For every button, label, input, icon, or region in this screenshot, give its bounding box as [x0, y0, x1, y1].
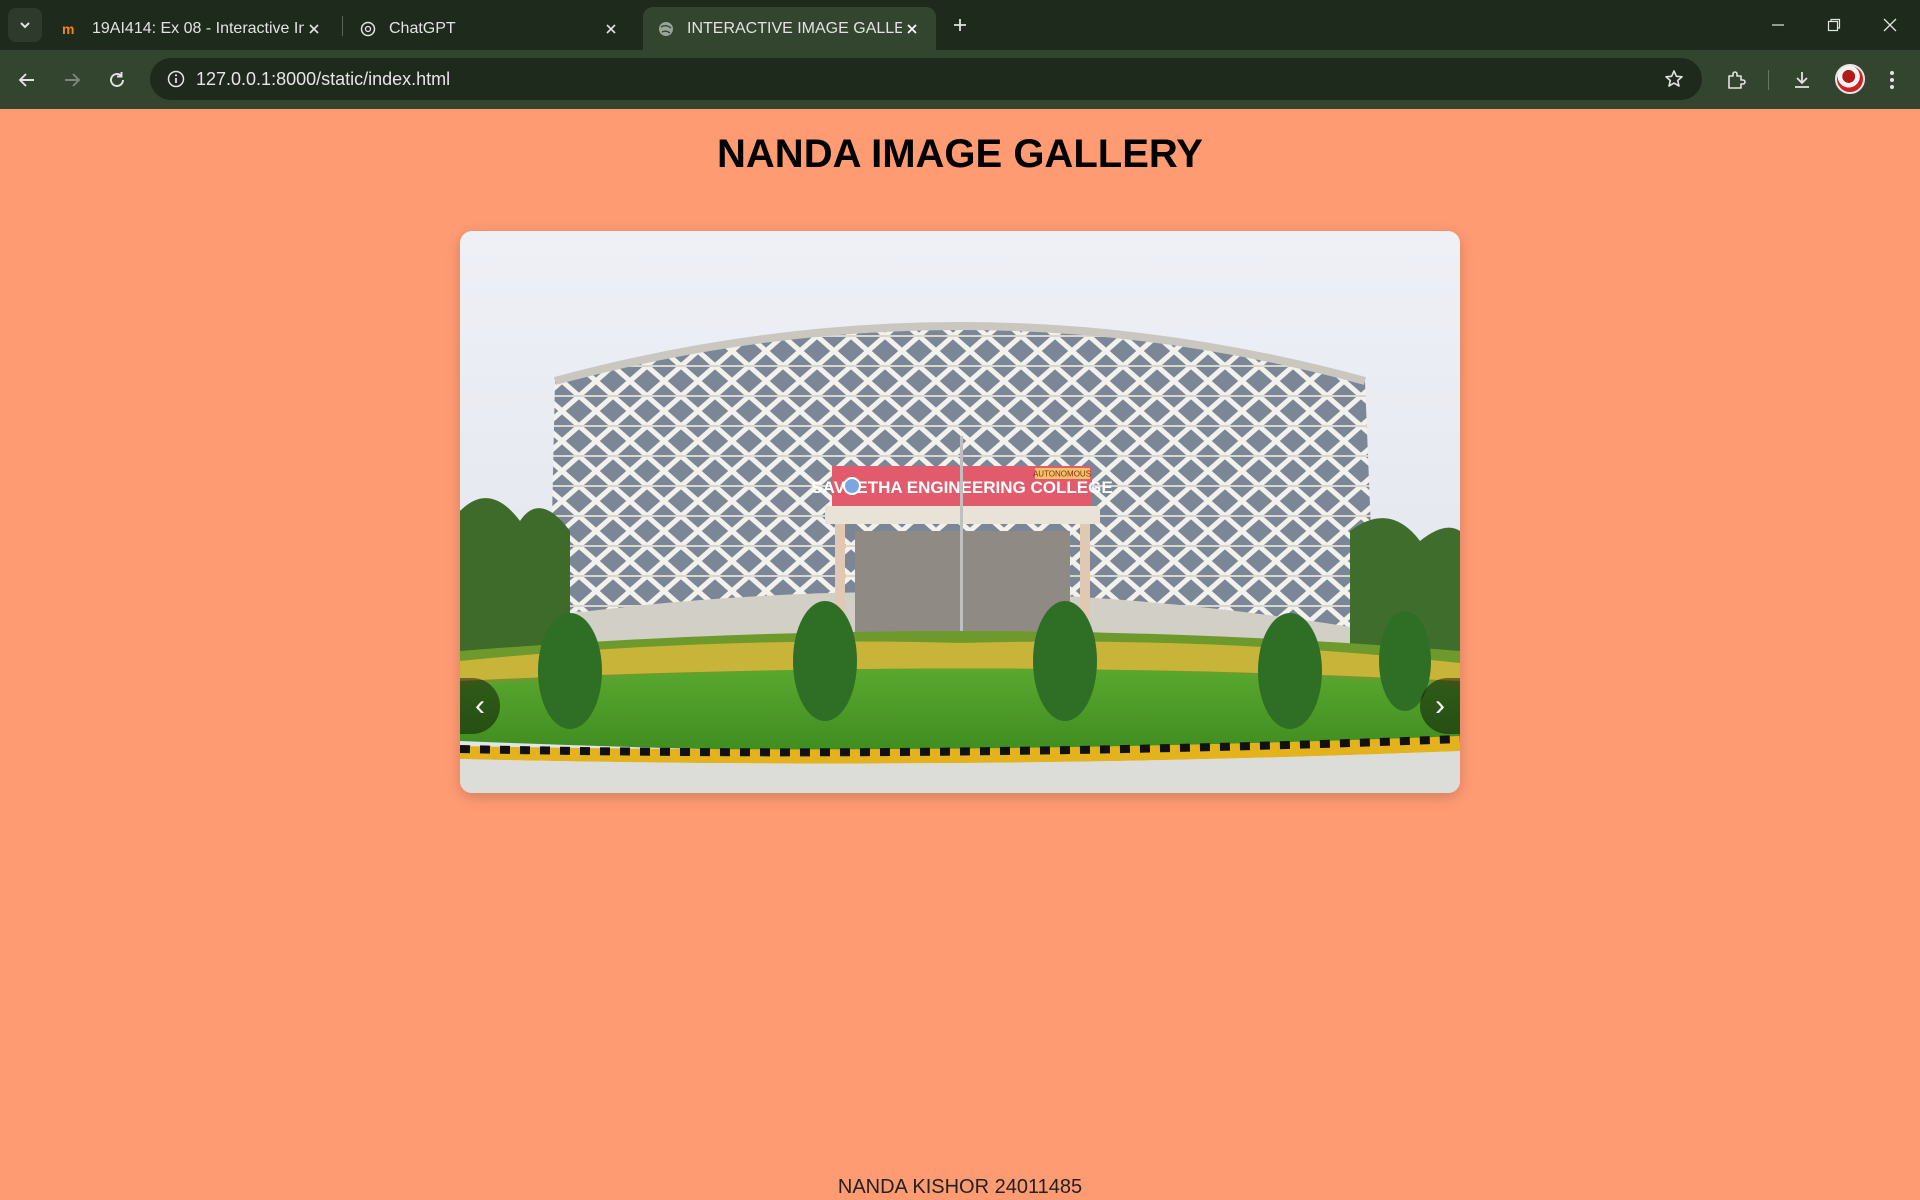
- minimize-button[interactable]: [1750, 0, 1806, 50]
- tab-chatgpt[interactable]: ChatGPT: [345, 7, 635, 50]
- browser-toolbar: 127.0.0.1:8000/static/index.html: [0, 50, 1920, 109]
- chatgpt-icon: [359, 20, 377, 38]
- downloads-button[interactable]: [1784, 62, 1820, 98]
- extensions-button[interactable]: [1718, 62, 1754, 98]
- arrow-left-icon: [18, 73, 34, 87]
- new-tab-button[interactable]: [944, 11, 976, 39]
- page-title: NANDA IMAGE GALLERY: [717, 132, 1203, 176]
- close-icon[interactable]: [601, 19, 621, 39]
- footer-text: NANDA KISHOR 24011485: [837, 1176, 1083, 1198]
- tab-image-gallery[interactable]: INTERACTIVE IMAGE GALLERY: [643, 7, 936, 50]
- college-sign-subtext: AUTONOMOUS: [1033, 470, 1091, 479]
- svg-text:m: m: [62, 21, 74, 37]
- menu-button[interactable]: [1874, 62, 1910, 98]
- kebab-menu-icon: [1890, 71, 1894, 89]
- arrow-right-icon: [65, 73, 81, 87]
- close-icon: [1883, 18, 1897, 32]
- url-text[interactable]: 127.0.0.1:8000/static/index.html: [196, 69, 450, 90]
- plus-icon: [954, 19, 966, 31]
- tab-title: INTERACTIVE IMAGE GALLERY: [687, 19, 902, 37]
- toolbar-divider: [1768, 70, 1769, 90]
- tab-strip: m 19AI414: Ex 08 - Interactive Ima ChatG…: [0, 0, 1920, 50]
- restore-icon: [1827, 18, 1841, 32]
- restore-button[interactable]: [1806, 0, 1862, 50]
- tab-separator: [342, 16, 343, 36]
- gallery-image: SAVEETHA ENGINEERING COLLEGE AUTONOMOUS: [460, 231, 1460, 793]
- reload-button[interactable]: [99, 62, 135, 98]
- minimize-icon: [1772, 24, 1784, 26]
- tab-title: ChatGPT: [389, 19, 456, 37]
- image-gallery: SAVEETHA ENGINEERING COLLEGE AUTONOMOUS …: [460, 231, 1460, 793]
- download-icon: [1795, 72, 1809, 88]
- close-window-button[interactable]: [1862, 0, 1918, 50]
- puzzle-icon: [1728, 71, 1746, 89]
- bookmark-star-icon[interactable]: [1658, 63, 1690, 95]
- site-info-icon[interactable]: [160, 63, 192, 95]
- close-icon[interactable]: [902, 19, 922, 39]
- moodle-icon: m: [62, 20, 80, 38]
- back-button[interactable]: [9, 62, 45, 98]
- reload-icon: [110, 72, 124, 87]
- globe-icon: [657, 20, 675, 38]
- tab-title: 19AI414: Ex 08 - Interactive Ima: [92, 19, 304, 37]
- tab-search-button[interactable]: [8, 8, 42, 42]
- profile-avatar[interactable]: [1835, 64, 1865, 94]
- address-bar[interactable]: 127.0.0.1:8000/static/index.html: [150, 58, 1702, 100]
- tab-moodle[interactable]: m 19AI414: Ex 08 - Interactive Ima: [48, 7, 338, 50]
- forward-button[interactable]: [54, 62, 90, 98]
- chevron-down-icon: [20, 22, 30, 29]
- close-icon[interactable]: [304, 19, 324, 39]
